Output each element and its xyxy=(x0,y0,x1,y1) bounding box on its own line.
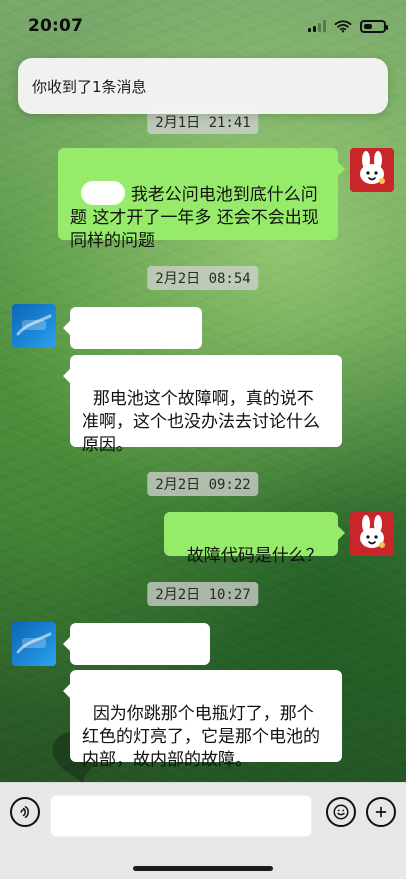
voice-mode-icon xyxy=(20,806,29,818)
status-icons xyxy=(308,19,388,33)
voice-message-bubble[interactable]: 7" xyxy=(63,307,202,383)
timestamp: 2月2日 10:27 xyxy=(147,582,259,606)
message-text: 因为你跳那个电瓶灯了，那个红色的灯亮了，它是那个电池的内部，故内部的故障。 xyxy=(82,703,320,770)
company-avatar-icon xyxy=(12,622,56,666)
input-row xyxy=(0,793,406,841)
voice-mode-button[interactable] xyxy=(10,797,40,827)
notification-text: 你收到了1条消息 xyxy=(32,77,147,96)
message-bubble-self: 我老公问电池到底什么问题 这才开了一年多 还会不会出现同样的问题 xyxy=(58,148,345,251)
emoji-icon xyxy=(333,804,349,820)
rabbit-avatar-icon xyxy=(350,148,394,192)
redacted-name xyxy=(80,180,125,205)
notification-banner[interactable]: 你收到了1条消息 xyxy=(18,58,388,114)
avatar[interactable] xyxy=(12,304,56,348)
timestamp: 2月2日 08:54 xyxy=(147,266,259,290)
message-text: 那电池这个故障啊，真的说不准啊，这个也没办法去讨论什么原因。 xyxy=(82,388,320,455)
message-bubble-other: 因为你跳那个电瓶灯了，那个红色的灯亮了，它是那个电池的内部，故内部的故障。 xyxy=(63,670,342,770)
battery-level xyxy=(364,23,372,29)
plus-icon xyxy=(375,806,387,818)
home-indicator xyxy=(133,866,273,871)
timestamp: 2月2日 09:22 xyxy=(147,472,259,496)
wifi-icon xyxy=(334,20,352,33)
message-input[interactable] xyxy=(50,795,312,837)
battery-icon xyxy=(360,19,388,33)
message-bubble-self: 故障代码是什么？ xyxy=(164,512,345,566)
chat-input-bar xyxy=(0,782,406,879)
avatar[interactable] xyxy=(350,512,394,556)
message-text: 故障代码是什么？ xyxy=(186,545,323,566)
cellular-signal-icon xyxy=(308,20,326,32)
status-bar: 20:07 xyxy=(0,0,406,52)
company-avatar-icon xyxy=(12,304,56,348)
message-bubble-other: 那电池这个故障啊，真的说不准啊，这个也没办法去讨论什么原因。 xyxy=(63,355,342,455)
status-time: 20:07 xyxy=(28,16,84,36)
plus-button[interactable] xyxy=(366,797,396,827)
avatar[interactable] xyxy=(12,622,56,666)
avatar[interactable] xyxy=(350,148,394,192)
rabbit-avatar-icon xyxy=(350,512,394,556)
voice-message-bubble[interactable]: 8" xyxy=(63,623,210,699)
emoji-button[interactable] xyxy=(326,797,356,827)
